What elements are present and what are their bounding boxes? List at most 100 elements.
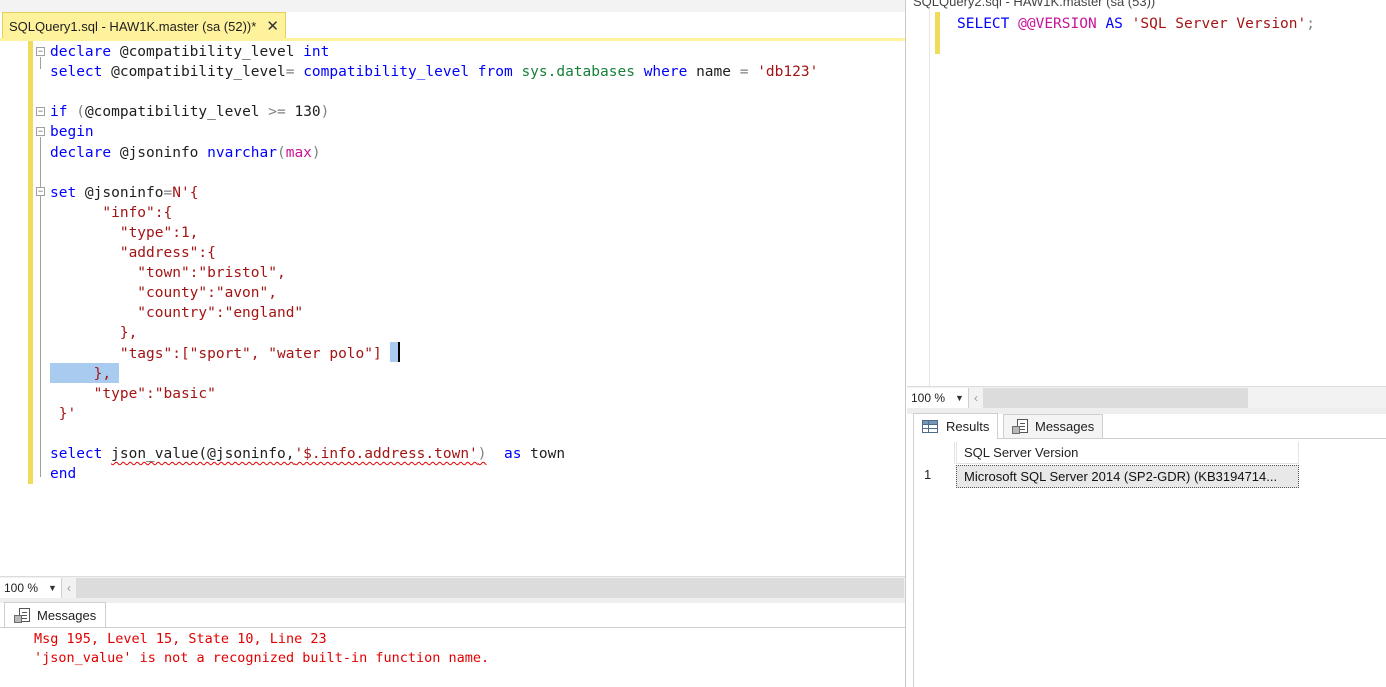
code-token: nvarchar xyxy=(207,144,277,161)
right-results-panel: Results Messages SQL Server Version 1 Mi… xyxy=(907,408,1386,687)
code-token: @compatibility_level xyxy=(102,64,286,81)
tab-messages[interactable]: Messages xyxy=(1003,414,1104,439)
horizontal-scrollbar[interactable] xyxy=(982,387,1248,408)
tab-sqlquery2[interactable]: SQLQuery2.sql - HAW1K.master (sa (53)) xyxy=(913,0,1155,9)
grid-cell[interactable]: Microsoft SQL Server 2014 (SP2-GDR) (KB3… xyxy=(956,465,1299,488)
code-token: >= xyxy=(268,104,286,121)
code-line[interactable]: "county":"avon", xyxy=(50,283,277,303)
code-line[interactable]: "type":1, xyxy=(50,223,199,243)
code-line[interactable]: declare @compatibility_level int xyxy=(50,42,329,62)
code-token: where xyxy=(643,64,688,81)
close-icon[interactable]: ✕ xyxy=(266,19,279,34)
code-token: max xyxy=(285,144,312,161)
code-token: "info":{ xyxy=(50,204,173,221)
code-token: "type":"basic" xyxy=(50,385,216,402)
code-token: SELECT xyxy=(957,16,1010,32)
code-token: select xyxy=(50,64,103,81)
code-token: '$.info.address.town' xyxy=(294,446,478,462)
scroll-left-icon[interactable]: ‹ xyxy=(62,581,76,595)
collapse-icon[interactable]: − xyxy=(36,107,45,116)
code-token: @compatibility_level xyxy=(84,104,269,121)
tab-messages-label: Messages xyxy=(1035,419,1095,434)
left-zoom-bar: 100 % ▼ ‹ xyxy=(0,576,905,598)
code-token: town xyxy=(521,446,566,462)
zoom-value: 100 % xyxy=(4,580,39,595)
code-token: = xyxy=(163,184,173,201)
code-line[interactable]: select @compatibility_level= compatibili… xyxy=(50,62,818,82)
code-line[interactable]: begin xyxy=(50,122,94,142)
sql-editor[interactable]: − − − − declare @compatibility_level int… xyxy=(0,41,905,576)
zoom-value: 100 % xyxy=(911,390,946,405)
code-token: select xyxy=(50,446,103,462)
code-line[interactable]: if (@compatibility_level >= 130) xyxy=(50,102,329,122)
collapse-icon[interactable]: − xyxy=(36,47,45,56)
code-line[interactable]: "address":{ xyxy=(50,243,216,263)
column-header[interactable]: SQL Server Version xyxy=(956,442,1299,464)
zoom-dropdown[interactable]: 100 % ▼ xyxy=(907,387,969,408)
chevron-down-icon: ▼ xyxy=(48,582,57,593)
results-grid: SQL Server Version 1 Microsoft SQL Serve… xyxy=(913,439,1386,687)
code-token: if xyxy=(50,104,68,121)
code-token: sys.databases xyxy=(521,64,635,81)
chevron-down-icon: ▼ xyxy=(955,392,964,403)
code-token: declare xyxy=(50,44,112,60)
results-top-strip xyxy=(0,598,905,603)
row-number[interactable]: 1 xyxy=(924,467,931,482)
sql-editor-code[interactable]: SELECT @@VERSION AS 'SQL Server Version'… xyxy=(957,16,1315,32)
code-token: "type":1, xyxy=(50,224,199,241)
code-line[interactable]: declare @jsoninfo nvarchar(max) xyxy=(50,143,321,163)
collapse-icon[interactable]: − xyxy=(36,187,45,196)
error-message-line: Msg 195, Level 15, State 10, Line 23 xyxy=(34,631,327,647)
tab-sqlquery1[interactable]: SQLQuery1.sql - HAW1K.master (sa (52))* … xyxy=(2,12,286,39)
tab-results[interactable]: Results xyxy=(913,413,999,439)
code-token: int xyxy=(303,44,330,60)
code-token: ) xyxy=(477,446,487,462)
zoom-dropdown[interactable]: 100 % ▼ xyxy=(0,577,62,598)
outline-guide xyxy=(40,197,41,417)
horizontal-scrollbar[interactable] xyxy=(75,577,904,598)
code-line[interactable]: "town":"bristol", xyxy=(50,263,286,283)
code-token: }, xyxy=(50,325,138,342)
code-token: name xyxy=(687,64,740,81)
code-token: set xyxy=(50,184,77,201)
code-line[interactable]: }, xyxy=(50,364,111,384)
code-line[interactable]: }, xyxy=(50,323,137,343)
code-line[interactable]: }' xyxy=(50,404,76,424)
grid-icon xyxy=(922,420,938,433)
right-query-pane: SQLQuery2.sql - HAW1K.master (sa (53)) S… xyxy=(907,0,1386,687)
code-token: N'{ xyxy=(172,184,199,201)
code-token: compatibility_level xyxy=(303,64,470,81)
code-token: "town":"bristol", xyxy=(50,265,286,282)
text-caret xyxy=(398,342,400,362)
error-message-line: 'json_value' is not a recognized built-i… xyxy=(34,650,490,666)
scroll-left-icon[interactable]: ‹ xyxy=(969,391,983,405)
messages-icon xyxy=(1012,418,1029,435)
code-line[interactable]: set @jsoninfo=N'{ xyxy=(50,183,198,203)
code-line[interactable]: select json_value(@jsoninfo,'$.info.addr… xyxy=(50,444,565,464)
grid-corner[interactable] xyxy=(914,442,955,464)
outline-guide xyxy=(40,57,41,69)
code-token: }' xyxy=(50,405,77,422)
code-token: 'SQL Server Version' xyxy=(1131,16,1307,32)
code-line[interactable]: "tags":["sport", "water polo"] xyxy=(50,344,382,364)
right-zoom-bar: 100 % ▼ ‹ xyxy=(907,386,1386,408)
code-token: declare xyxy=(50,144,112,161)
code-line[interactable]: "type":"basic" xyxy=(50,384,216,404)
code-token: 130 xyxy=(285,104,321,121)
messages-icon xyxy=(14,607,31,624)
tab-messages[interactable]: Messages xyxy=(4,602,107,628)
collapse-icon[interactable]: − xyxy=(36,127,45,136)
code-line[interactable]: "info":{ xyxy=(50,203,172,223)
code-line[interactable]: end xyxy=(50,464,76,484)
code-token: AS xyxy=(1105,16,1123,32)
code-token: ( xyxy=(76,104,85,121)
code-token: ) xyxy=(311,144,321,161)
code-line[interactable]: "country":"england" xyxy=(50,303,303,323)
